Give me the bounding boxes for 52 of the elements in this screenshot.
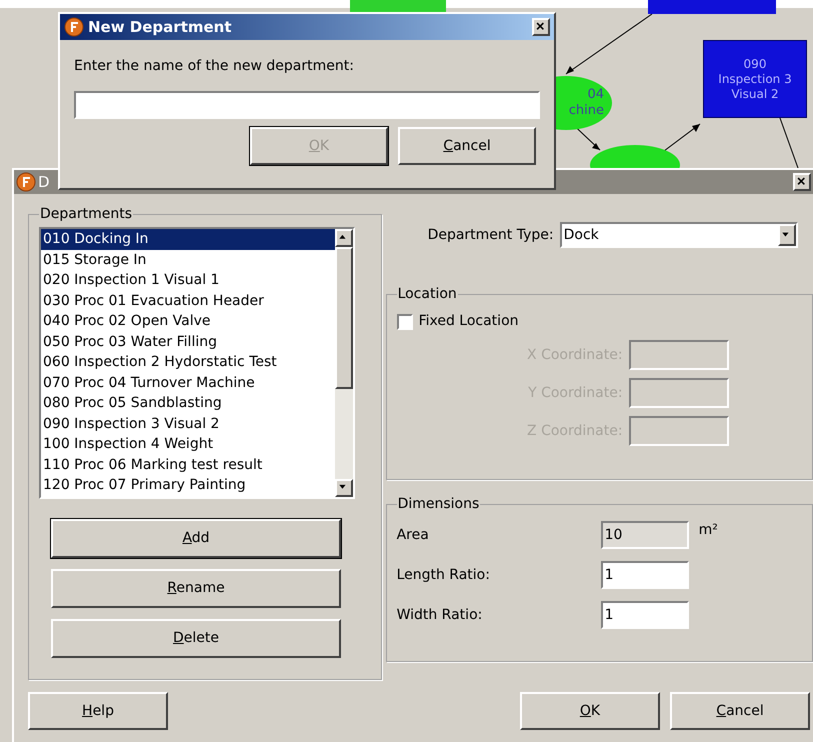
list-item[interactable]: 010 Docking In	[41, 229, 335, 250]
group-title: Location	[396, 285, 458, 304]
list-item[interactable]: 060 Inspection 2 Hydorstatic Test	[41, 352, 335, 372]
department-type-dropdown[interactable]: Dock	[560, 222, 798, 248]
list-item[interactable]: 020 Inspection 1 Visual 1	[41, 270, 335, 290]
window-title: D	[38, 172, 51, 193]
checkbox[interactable]	[396, 314, 413, 330]
list-item[interactable]: 110 Proc 06 Marking test result	[41, 454, 335, 475]
node-label: Inspection 3	[718, 72, 792, 86]
list-item[interactable]: 030 Proc 01 Evacuation Header	[41, 290, 335, 311]
close-icon[interactable]	[793, 173, 811, 191]
app-icon	[16, 172, 36, 192]
group-title: Departments	[39, 205, 134, 224]
ok-button[interactable]: OK	[520, 692, 660, 730]
scroll-thumb[interactable]	[335, 247, 353, 389]
node-label: chine	[568, 103, 604, 119]
rename-button[interactable]: Rename	[51, 569, 341, 608]
app-icon	[64, 17, 84, 37]
node-label: 04	[587, 87, 604, 103]
field-label: Department Type:	[428, 226, 554, 244]
scrollbar[interactable]	[335, 229, 353, 497]
window-title: New Department	[88, 16, 233, 38]
help-button[interactable]: Help	[28, 692, 168, 730]
field-label: Length Ratio:	[396, 566, 491, 584]
connector-line	[780, 118, 798, 168]
department-list[interactable]	[39, 227, 355, 499]
cancel-button[interactable]: Cancel	[670, 692, 810, 730]
group-title: Dimensions	[396, 495, 480, 514]
delete-button[interactable]: Delete	[51, 619, 341, 658]
scroll-down-icon[interactable]	[335, 479, 353, 497]
field-label: Area	[396, 526, 430, 544]
list-item[interactable]: 080 Proc 05 Sandblasting	[41, 393, 335, 414]
field-label: Width Ratio:	[396, 606, 484, 624]
dimension-field[interactable]: 1	[600, 601, 689, 629]
list-item[interactable]: 050 Proc 03 Water Filling	[41, 332, 335, 352]
scroll-up-icon[interactable]	[335, 229, 353, 247]
close-icon[interactable]	[532, 18, 550, 36]
dimension-field[interactable]: 1	[600, 561, 689, 589]
list-item[interactable]: 120 Proc 07 Primary Painting	[41, 475, 335, 496]
unit-label: m²	[698, 520, 718, 540]
cancel-button[interactable]: Cancel	[398, 127, 536, 165]
list-item[interactable]: 070 Proc 04 Turnover Machine	[41, 372, 335, 393]
list-item[interactable]: 040 Proc 02 Open Valve	[41, 311, 335, 332]
list-item[interactable]: 100 Inspection 4 Weight	[41, 434, 335, 454]
list-item[interactable]: 015 Storage In	[41, 250, 335, 270]
prompt-text: Enter the name of the new department:	[74, 57, 355, 76]
add-button[interactable]: Add	[51, 519, 341, 558]
list-item[interactable]: 090 Inspection 3 Visual 2	[41, 414, 335, 434]
checkbox-label: Fixed Location	[418, 312, 519, 331]
node-label: 090	[744, 56, 766, 72]
name-field[interactable]	[74, 91, 540, 119]
node-label: Visual 2	[731, 86, 779, 102]
